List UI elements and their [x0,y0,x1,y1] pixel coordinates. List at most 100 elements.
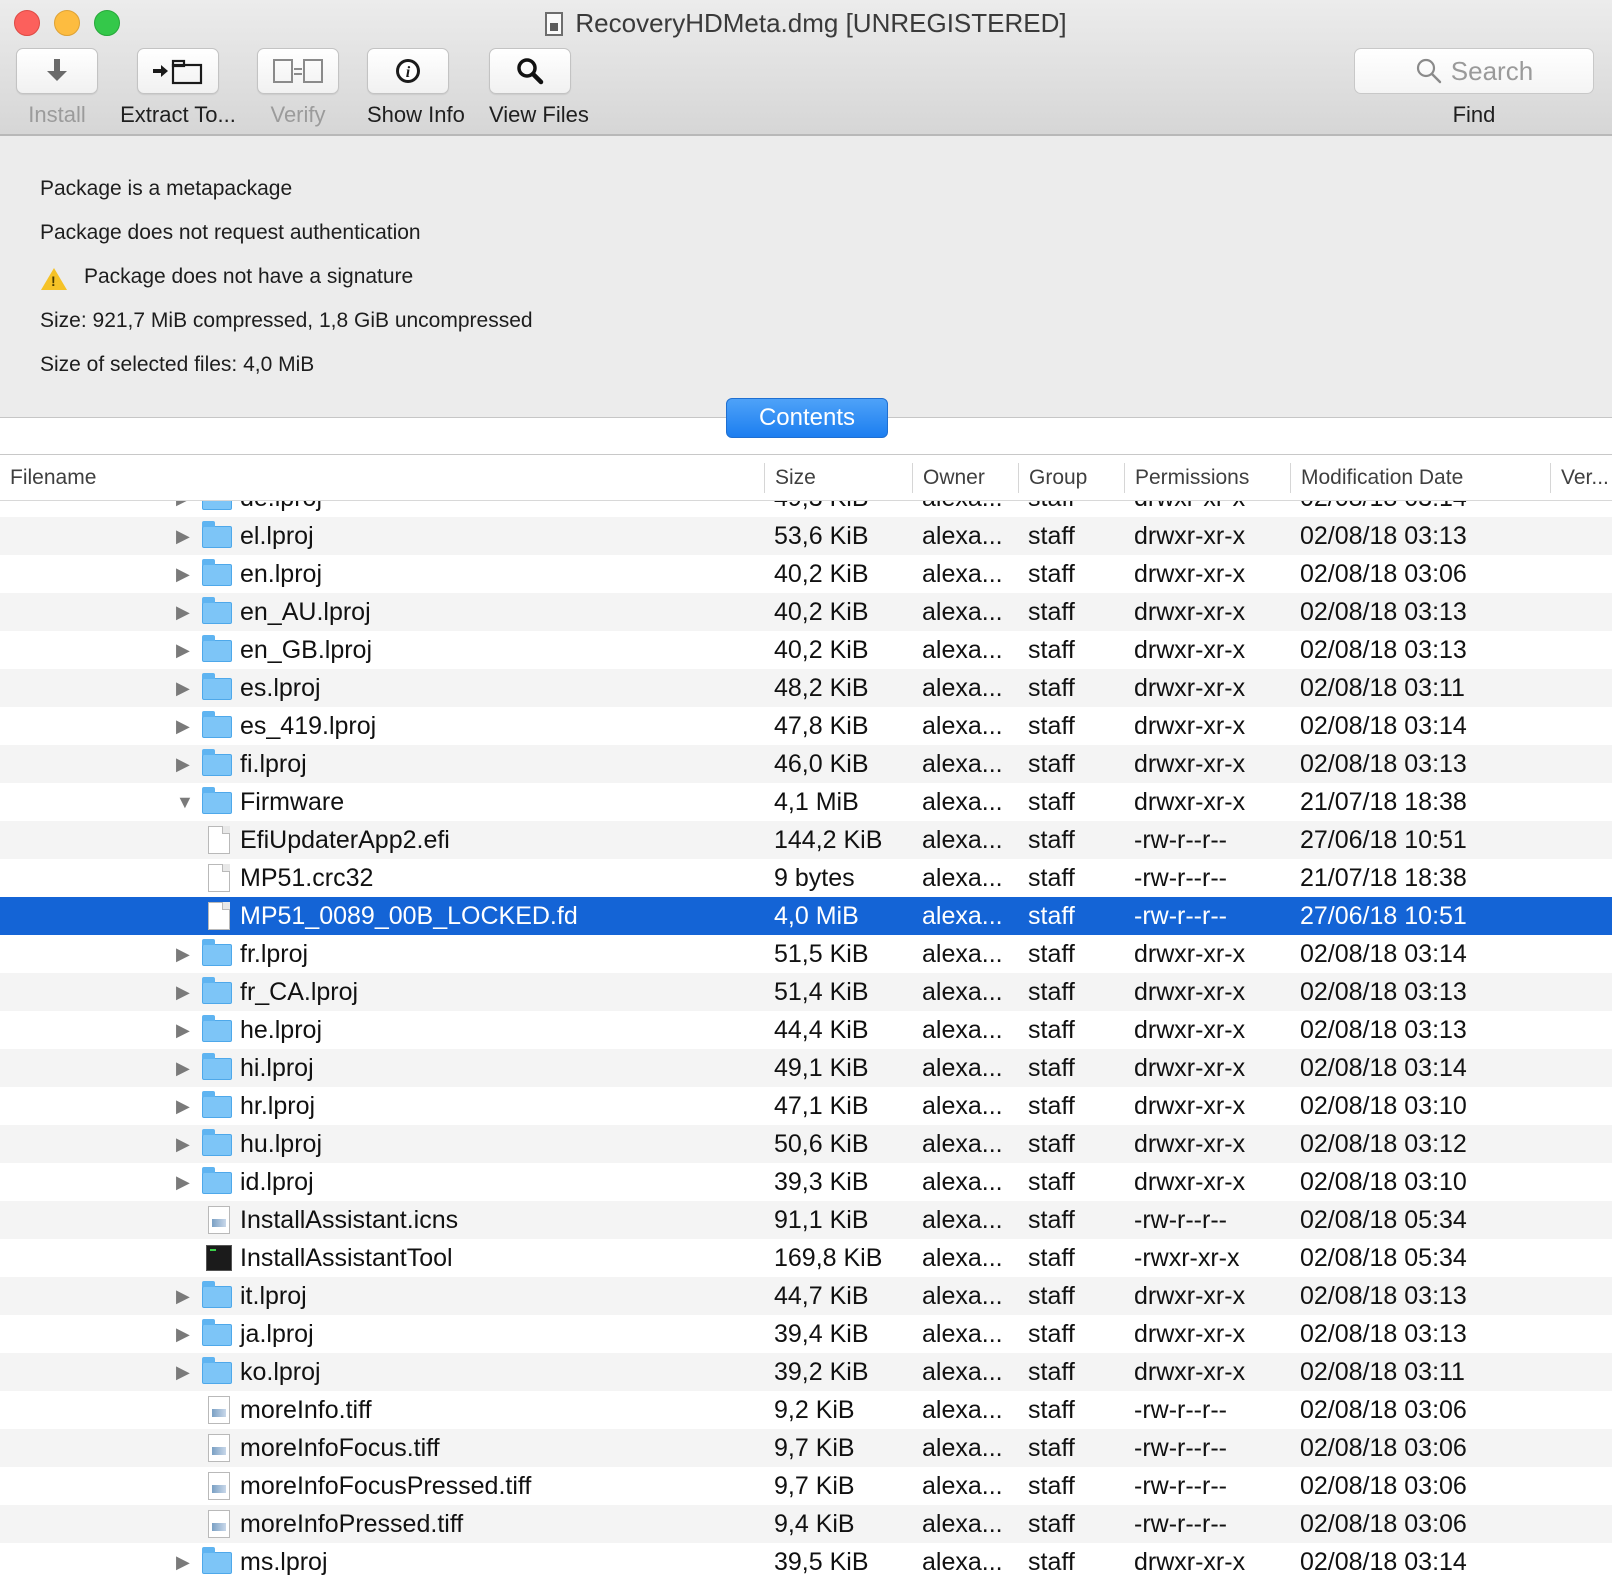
disclosure-collapsed-icon[interactable]: ▶ [176,593,190,631]
header-group[interactable]: Group [1019,455,1125,501]
group-cell: staff [1028,1206,1075,1234]
show-info-tool[interactable]: i Show Info [367,48,465,128]
table-row[interactable]: InstallAssistant.icns 91,1 KiB alexa... sta… [0,1201,1612,1239]
header-filename[interactable]: Filename [0,455,764,501]
table-row[interactable]: ▶ ms.lproj 39,5 KiB alexa... staff drwxr-xr-x… [0,1543,1612,1576]
table-row[interactable]: ▶ fi.lproj 46,0 KiB alexa... staff drwxr-xr-x… [0,745,1612,783]
date-cell: 02/08/18 03:06 [1300,1434,1467,1462]
table-row[interactable]: ▶ en.lproj 40,2 KiB alexa... staff drwxr-xr-x… [0,555,1612,593]
disclosure-collapsed-icon[interactable]: ▶ [176,517,190,555]
table-row[interactable]: ▶ id.lproj 39,3 KiB alexa... staff drwxr-xr-x… [0,1163,1612,1201]
group-cell: staff [1028,1510,1075,1538]
header-version[interactable]: Ver... [1551,455,1612,501]
disclosure-collapsed-icon[interactable]: ▶ [176,1011,190,1049]
view-files-button[interactable] [489,48,571,94]
disclosure-collapsed-icon[interactable]: ▶ [176,1163,190,1201]
search-input[interactable]: Search [1354,48,1594,94]
header-owner[interactable]: Owner [913,455,1017,501]
owner-cell: alexa... [922,1130,1003,1158]
table-row[interactable]: ▶ ja.lproj 39,4 KiB alexa... staff drwxr-xr-x… [0,1315,1612,1353]
permissions-cell: drwxr-xr-x [1134,788,1246,816]
disclosure-collapsed-icon[interactable]: ▶ [176,707,190,745]
table-row[interactable]: ▶ hr.lproj 47,1 KiB alexa... staff drwxr-xr-x… [0,1087,1612,1125]
size-cell: 48,2 KiB [774,674,869,702]
disclosure-collapsed-icon[interactable]: ▶ [176,555,190,593]
table-row[interactable]: ▶ it.lproj 44,7 KiB alexa... staff drwxr-xr-x… [0,1277,1612,1315]
table-row[interactable]: moreInfoFocus.tiff 9,7 KiB alexa... staff -r… [0,1429,1612,1467]
table-row[interactable]: ▶ hi.lproj 49,1 KiB alexa... staff drwxr-xr-x… [0,1049,1612,1087]
date-cell: 21/07/18 18:38 [1300,864,1467,892]
disclosure-collapsed-icon[interactable]: ▶ [176,935,190,973]
install-button[interactable] [16,48,98,94]
date-cell: 02/08/18 03:10 [1300,1168,1467,1196]
date-cell: 02/08/18 03:10 [1300,1092,1467,1120]
disclosure-collapsed-icon[interactable]: ▶ [176,1353,190,1391]
table-row[interactable]: EfiUpdaterApp2.efi 144,2 KiB alexa... staff… [0,821,1612,859]
info-icon: i [396,59,420,83]
disclosure-collapsed-icon[interactable]: ▶ [176,631,190,669]
group-cell: staff [1028,1054,1075,1082]
contents-button[interactable]: Contents [726,398,888,438]
image-file-icon [208,1472,230,1500]
disclosure-collapsed-icon[interactable]: ▶ [176,1277,190,1315]
disclosure-collapsed-icon[interactable]: ▶ [176,1125,190,1163]
date-cell: 02/08/18 03:06 [1300,1396,1467,1424]
filename-cell: ko.lproj [240,1358,321,1386]
search-icon [1416,58,1441,84]
table-row[interactable]: ▶ es.lproj 48,2 KiB alexa... staff drwxr-xr-x… [0,669,1612,707]
header-modification-date[interactable]: Modification Date [1291,455,1549,501]
disclosure-collapsed-icon[interactable]: ▶ [176,669,190,707]
table-row[interactable]: ▶ fr.lproj 51,5 KiB alexa... staff drwxr-xr-x… [0,935,1612,973]
table-row[interactable]: ▶ ko.lproj 39,2 KiB alexa... staff drwxr-xr-x… [0,1353,1612,1391]
search-tool[interactable]: Search Find [1354,48,1594,128]
table-row[interactable]: ▶ hu.lproj 50,6 KiB alexa... staff drwxr-xr-x… [0,1125,1612,1163]
table-row[interactable]: moreInfo.tiff 9,2 KiB alexa... staff -rw-r--… [0,1391,1612,1429]
disclosure-collapsed-icon[interactable]: ▶ [176,745,190,783]
disclosure-collapsed-icon[interactable]: ▶ [176,973,190,1011]
permissions-cell: -rwxr-xr-x [1134,1244,1240,1272]
file-list[interactable]: Filename Size Owner Group Permissions Mo… [0,454,1612,1576]
warning-exclamation: ! [51,273,56,289]
filename-cell: moreInfoPressed.tiff [240,1510,464,1538]
table-row[interactable]: ▶ fr_CA.lproj 51,4 KiB alexa... staff drwxr-x… [0,973,1612,1011]
date-cell: 02/08/18 05:34 [1300,1244,1467,1272]
header-permissions[interactable]: Permissions [1125,455,1289,501]
show-info-button[interactable]: i [367,48,449,94]
disclosure-collapsed-icon[interactable]: ▶ [176,1543,190,1576]
table-row[interactable]: MP51.crc32 9 bytes alexa... staff -rw-r--r--… [0,859,1612,897]
table-row[interactable]: moreInfoPressed.tiff 9,4 KiB alexa... staff… [0,1505,1612,1543]
owner-cell: alexa... [922,1168,1003,1196]
table-row[interactable]: ▶ el.lproj 53,6 KiB alexa... staff drwxr-xr-x… [0,517,1612,555]
permissions-cell: -rw-r--r-- [1134,902,1227,930]
date-cell: 02/08/18 03:11 [1300,1358,1465,1386]
owner-cell: alexa... [922,560,1003,588]
extract-tool[interactable]: Extract To... [118,48,238,128]
extract-to-button[interactable] [137,48,219,94]
owner-cell: alexa... [922,750,1003,778]
install-tool[interactable]: Install [16,48,98,128]
file-icon [208,864,230,892]
permissions-cell: drwxr-xr-x [1134,674,1246,702]
view-files-tool[interactable]: View Files [489,48,589,128]
verify-tool[interactable]: Verify [257,48,339,128]
table-row[interactable]: MP51_0089_00B_LOCKED.fd 4,0 MiB alexa... st… [0,897,1612,935]
table-row[interactable]: ▶ es_419.lproj 47,8 KiB alexa... staff drwxr-… [0,707,1612,745]
table-row[interactable]: ▶ he.lproj 44,4 KiB alexa... staff drwxr-xr-x… [0,1011,1612,1049]
disclosure-expanded-icon[interactable]: ▼ [176,783,194,821]
disclosure-collapsed-icon[interactable]: ▶ [176,1087,190,1125]
table-row[interactable]: InstallAssistantTool 169,8 KiB alexa... sta… [0,1239,1612,1277]
owner-cell: alexa... [922,864,1003,892]
table-row[interactable]: ▼ Firmware 4,1 MiB alexa... staff drwxr-xr-x 2… [0,783,1612,821]
verify-button[interactable] [257,48,339,94]
group-cell: staff [1028,1244,1075,1272]
group-cell: staff [1028,598,1075,626]
group-cell: staff [1028,1548,1075,1576]
disclosure-collapsed-icon[interactable]: ▶ [176,1049,190,1087]
group-cell: staff [1028,1472,1075,1500]
disclosure-collapsed-icon[interactable]: ▶ [176,1315,190,1353]
image-file-icon [208,1206,230,1234]
table-row[interactable]: moreInfoFocusPressed.tiff 9,7 KiB alexa...… [0,1467,1612,1505]
header-size[interactable]: Size [765,455,913,501]
table-row[interactable]: ▶ en_AU.lproj 40,2 KiB alexa... staff drwxr-x… [0,593,1612,631]
table-row[interactable]: ▶ en_GB.lproj 40,2 KiB alexa... staff drwxr-x… [0,631,1612,669]
